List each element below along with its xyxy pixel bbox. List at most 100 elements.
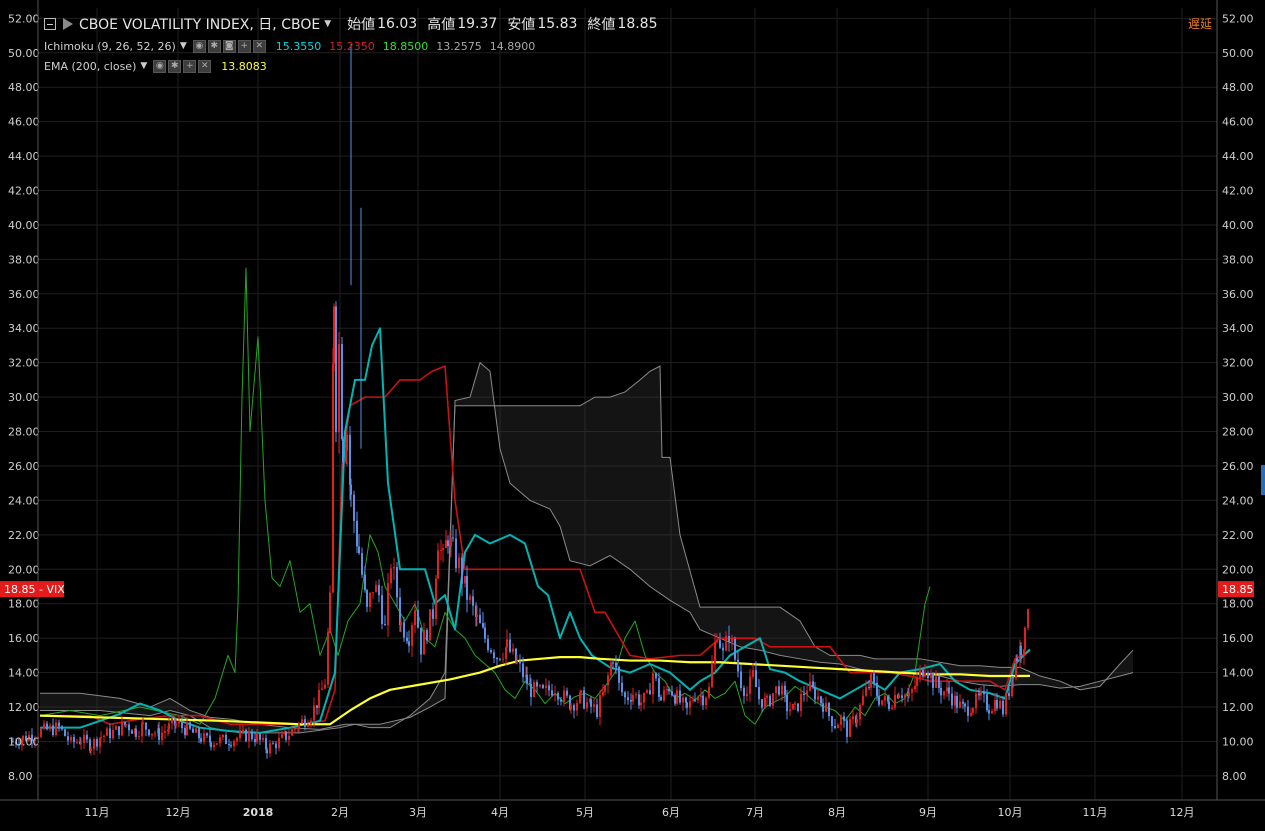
candle-body xyxy=(746,693,748,696)
candle-body xyxy=(1012,676,1014,679)
candle-body xyxy=(121,722,123,736)
price-badge-right-text: 18.85 xyxy=(1222,583,1254,596)
gear-icon[interactable]: ✱ xyxy=(207,39,221,53)
candle-body xyxy=(329,592,331,632)
collapse-icon[interactable] xyxy=(44,18,56,30)
candle-body xyxy=(978,693,980,696)
candle-body xyxy=(200,738,202,742)
more-icon[interactable]: + xyxy=(183,59,197,73)
candle-body xyxy=(604,685,606,692)
ichimoku-value-1: 15.3550 xyxy=(275,39,322,53)
candle-body xyxy=(778,686,780,695)
candle-body xyxy=(612,662,614,664)
candle-body xyxy=(725,636,727,651)
candle-body xyxy=(852,716,854,720)
y-tick-label-right: 22.00 xyxy=(1222,529,1254,542)
candle-body xyxy=(46,723,48,730)
candle-body xyxy=(278,737,280,749)
y-tick-label-left: 44.00 xyxy=(8,150,40,163)
chevron-down-icon[interactable]: ▼ xyxy=(324,19,331,29)
candle-body xyxy=(375,585,377,593)
y-tick-label-left: 14.00 xyxy=(8,667,40,680)
candle-body xyxy=(254,739,256,742)
flag-icon[interactable] xyxy=(63,18,73,30)
candle-body xyxy=(350,484,352,495)
candle-body xyxy=(719,640,721,648)
ichimoku-name[interactable]: Ichimoku (9, 26, 52, 26) xyxy=(44,40,176,53)
candle-body xyxy=(837,724,839,729)
candle-body xyxy=(216,743,218,745)
candle-body xyxy=(722,647,724,651)
y-tick-label-left: 48.00 xyxy=(8,81,40,94)
candle-body xyxy=(737,659,739,672)
ema-name[interactable]: EMA (200, close) xyxy=(44,60,136,73)
y-tick-label-right: 20.00 xyxy=(1222,563,1254,576)
x-tick-label: 12月 xyxy=(1170,806,1195,819)
close-label: 終値 xyxy=(587,17,616,33)
candle-body xyxy=(472,596,474,606)
candle-body xyxy=(358,546,360,554)
candle-body xyxy=(627,697,629,701)
candle-body xyxy=(888,701,890,709)
candle-body xyxy=(73,736,75,743)
candle-body xyxy=(618,666,620,683)
chart-area[interactable]: 52.00 52.00 50.00 50.00 48.00 48.00 46.00 46.00… xyxy=(0,0,1265,827)
symbol-legend: CBOE VOLATILITY INDEX, 日, CBOE ▼ 始値 16.03… xyxy=(44,12,658,36)
symbol-title[interactable]: CBOE VOLATILITY INDEX, 日, CBOE xyxy=(79,14,320,34)
candle-body xyxy=(775,686,777,694)
y-tick-label-left: 8.00 xyxy=(8,770,33,783)
y-tick-label-left: 18.00 xyxy=(8,598,40,611)
eye-icon[interactable]: ◉ xyxy=(192,39,206,53)
candle-body xyxy=(236,738,238,742)
scroll-handle[interactable] xyxy=(1261,465,1265,495)
candle-body xyxy=(400,622,402,625)
candle-body xyxy=(458,557,460,569)
source-icon[interactable]: ◙ xyxy=(222,39,236,53)
y-tick-label-right: 36.00 xyxy=(1222,288,1254,301)
x-tick-label: 7月 xyxy=(746,806,764,819)
chevron-down-icon[interactable]: ▼ xyxy=(180,41,187,51)
candle-body xyxy=(313,705,315,721)
candle-body xyxy=(551,690,553,696)
y-tick-label-right: 14.00 xyxy=(1222,667,1254,680)
gear-icon[interactable]: ✱ xyxy=(168,59,182,73)
y-tick-label-left: 52.00 xyxy=(8,12,40,25)
y-tick-label-left: 20.00 xyxy=(8,563,40,576)
candle-body xyxy=(256,733,258,742)
close-icon[interactable]: ✕ xyxy=(252,39,266,53)
more-icon[interactable]: + xyxy=(237,39,251,53)
candle-body xyxy=(859,704,861,720)
candle-body xyxy=(64,729,66,737)
candle-body xyxy=(930,673,932,679)
y-tick-label-right: 44.00 xyxy=(1222,150,1254,163)
candle-body xyxy=(797,703,799,712)
y-tick-label-right: 40.00 xyxy=(1222,219,1254,232)
candle-body xyxy=(86,734,88,740)
candle-body xyxy=(881,700,883,705)
candle-body xyxy=(168,723,170,730)
candle-body xyxy=(708,687,710,698)
candle-body xyxy=(80,742,82,744)
chevron-down-icon[interactable]: ▼ xyxy=(140,61,147,71)
candle-body xyxy=(825,702,827,712)
candle-body xyxy=(700,695,702,698)
candle-body xyxy=(499,658,501,660)
eye-icon[interactable]: ◉ xyxy=(153,59,167,73)
x-tick-label: 6月 xyxy=(662,806,680,819)
candle-body xyxy=(76,741,78,743)
chart-legend: CBOE VOLATILITY INDEX, 日, CBOE ▼ 始値 16.03… xyxy=(44,12,658,76)
candle-body xyxy=(862,695,864,705)
candle-body xyxy=(940,688,942,696)
candle-body xyxy=(792,703,794,710)
candle-body xyxy=(786,694,788,712)
close-icon[interactable]: ✕ xyxy=(198,59,212,73)
open-label: 始値 xyxy=(347,17,376,33)
candle-body xyxy=(285,731,287,740)
candle-body xyxy=(685,697,687,703)
candle-body xyxy=(516,661,518,663)
candle-body xyxy=(281,734,283,738)
candle-body xyxy=(142,722,144,724)
candle-body xyxy=(682,697,684,703)
candle-body xyxy=(800,693,802,712)
candle-body xyxy=(548,685,550,691)
